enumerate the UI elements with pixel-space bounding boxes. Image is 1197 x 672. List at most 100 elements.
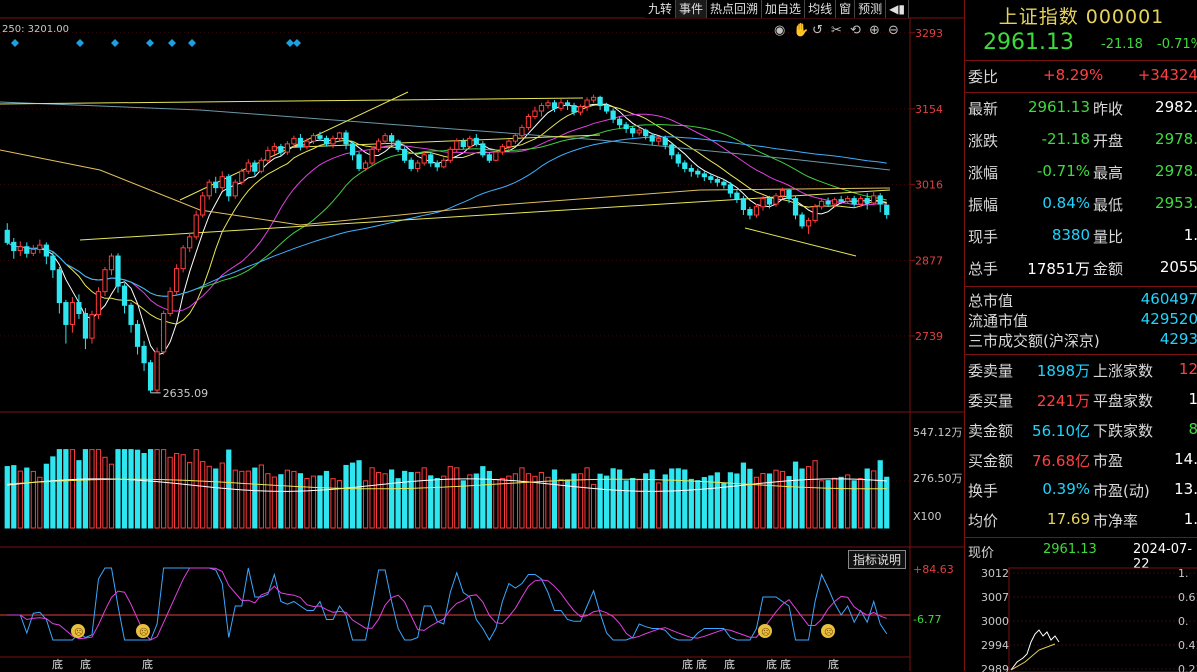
event-marker-icon <box>188 39 196 47</box>
event-marker-icon <box>111 39 119 47</box>
tb-window-button[interactable]: 窗 <box>836 0 856 18</box>
candle-body <box>291 137 297 145</box>
volume-bar <box>115 449 121 529</box>
candle-body <box>213 181 219 189</box>
candle-body <box>688 167 694 172</box>
tb-forecast-button[interactable]: 预测 <box>855 0 887 18</box>
candle-body <box>382 135 388 142</box>
volume-bar <box>245 470 251 529</box>
volume-bar <box>832 477 838 529</box>
candle-body <box>877 195 883 205</box>
volume-bar <box>369 467 375 529</box>
volume-bar <box>63 449 69 529</box>
quote-label: 昨收 <box>1093 100 1124 118</box>
tb-ma-button[interactable]: 均线 <box>805 0 837 18</box>
order-value: 12 <box>1178 360 1197 378</box>
tb-jiuzhuan-button[interactable]: 九转 <box>645 0 677 18</box>
market-row: 三市成交额(沪深京) 4293 <box>965 330 1197 350</box>
divider <box>965 537 1197 538</box>
candle-body <box>656 137 662 142</box>
order-label: 换手 <box>968 482 999 500</box>
candle-body <box>115 255 121 287</box>
order-label: 委卖量 <box>968 362 1014 380</box>
volume-bar <box>82 449 89 529</box>
candle-body <box>421 154 427 164</box>
candle-body <box>825 200 831 205</box>
volume-bar <box>643 473 649 529</box>
mini-tick-right: 0. <box>1178 615 1189 628</box>
volume-bar <box>597 473 603 529</box>
volume-bar <box>551 469 558 529</box>
candle-body <box>193 214 199 238</box>
quote-row: 现手 8380 量比 1. <box>965 226 1197 256</box>
trendline <box>0 97 584 105</box>
sound-icon[interactable]: ◀▮ <box>886 0 909 18</box>
candle-body <box>226 176 232 197</box>
candle-body <box>493 151 499 161</box>
volume-bar <box>577 473 584 529</box>
quote-row: 涨幅 -0.71% 最高 2978. <box>965 162 1197 192</box>
order-value: 1898万 <box>1036 362 1090 380</box>
indicator-tick-label: -6.77 <box>913 613 941 626</box>
volume-bar <box>375 472 382 529</box>
candle-body <box>121 285 128 306</box>
candle-body <box>740 198 747 211</box>
candle-body <box>239 170 245 183</box>
indicator-explain-button[interactable]: 指标说明 <box>848 550 907 569</box>
candle-body <box>154 351 160 391</box>
reset-icon: ⟲ <box>850 23 861 38</box>
event-marker-icon <box>76 39 84 47</box>
candle-body <box>232 181 238 197</box>
bottom-marker-label: 底 <box>682 657 693 671</box>
candle-body <box>402 148 408 161</box>
order-label: 市净率 <box>1093 512 1139 530</box>
candle-body <box>786 189 792 200</box>
candle-body <box>538 105 545 112</box>
order-label: 市盈 <box>1093 452 1124 470</box>
order-row: 买金额 76.68亿 市盈 14. <box>965 450 1197 480</box>
candle-body <box>82 313 89 339</box>
candle-body <box>219 176 225 189</box>
candle-body <box>160 313 167 353</box>
candle-body <box>37 244 43 250</box>
order-label: 上涨家数 <box>1093 362 1154 380</box>
candle-body <box>760 198 766 208</box>
quote-row: 总手 17851万 金额 2055 <box>965 258 1197 288</box>
tb-hotspot-button[interactable]: 热点回溯 <box>707 0 763 18</box>
volume-bar <box>792 461 799 529</box>
price-tick-label: 3154 <box>915 103 943 116</box>
quote-label: 现手 <box>968 228 999 246</box>
candle-body <box>525 116 532 128</box>
candle-body <box>69 302 76 325</box>
candle-body <box>389 135 395 142</box>
quote-panel: 上证指数 000001 2961.13 -21.18 -0.71% 委比 +8.… <box>964 0 1197 672</box>
candle-body <box>799 214 805 227</box>
candle-body <box>721 181 727 186</box>
bottom-marker-label: 底 <box>780 657 791 671</box>
kline-chart[interactable]: 3293 3154 3016 2877 2739 250: 3201.00 ◉ ✋ ↺ ✂ ⟲ ⊕ ⊖ 2… <box>0 0 964 671</box>
candle-body <box>812 206 818 221</box>
quote-value: 1. <box>1183 226 1197 244</box>
quote-label: 涨跌 <box>968 132 999 150</box>
quote-label: 总手 <box>968 260 999 278</box>
candle-body <box>675 154 681 164</box>
candle-body <box>532 110 538 118</box>
candle-body <box>734 192 740 200</box>
candle-body <box>147 362 154 391</box>
candle-body <box>434 162 440 168</box>
volume-bar <box>558 478 564 529</box>
candle-body <box>851 198 857 205</box>
volume-bar <box>467 474 473 529</box>
quote-row: 振幅 0.84% 最低 2953. <box>965 194 1197 224</box>
volume-bar <box>623 480 629 529</box>
candle-body <box>805 219 812 227</box>
volume-bar <box>617 469 623 529</box>
tb-event-button[interactable]: 事件 <box>676 0 708 18</box>
candle-body <box>323 137 330 145</box>
volume-bar <box>714 472 720 529</box>
candle-body <box>467 137 473 148</box>
tb-add-watchlist-button[interactable]: 加自选 <box>762 0 806 18</box>
candle-body <box>336 132 343 139</box>
volume-bar <box>695 480 701 529</box>
order-label: 下跌家数 <box>1093 422 1154 440</box>
